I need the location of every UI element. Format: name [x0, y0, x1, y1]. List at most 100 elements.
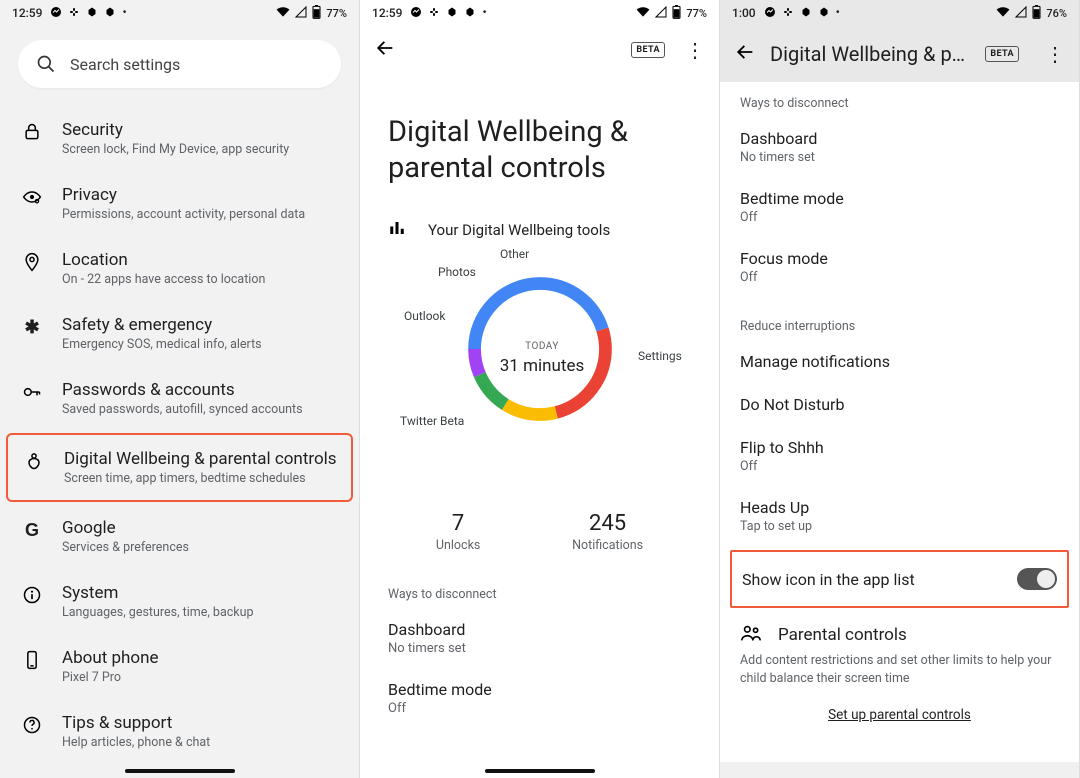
metric-label: Notifications — [572, 538, 643, 553]
nav-handle-icon[interactable] — [125, 769, 235, 773]
usage-donut-chart[interactable]: TODAY 31 minutes Settings Twitter Beta O… — [360, 249, 720, 489]
help-icon — [20, 713, 44, 737]
toggle-switch[interactable] — [1017, 568, 1057, 590]
wellbeing-main-screen: 12:59 • 77% BETA ⋮ Digital Wellbeing & p… — [360, 0, 720, 778]
row-title: Focus mode — [740, 249, 1059, 268]
settings-item-wellbeing[interactable]: Digital Wellbeing & parental controls Sc… — [6, 433, 353, 502]
settings-item-title: Safety & emergency — [62, 315, 262, 335]
row-heads-up[interactable]: Heads Up Tap to set up — [720, 486, 1079, 546]
metric-label: Unlocks — [436, 538, 481, 553]
row-title: Dashboard — [388, 620, 691, 639]
settings-item-title: About phone — [62, 648, 159, 668]
row-sub: Off — [740, 459, 1059, 474]
section-header-reduce: Reduce interruptions — [720, 297, 1079, 340]
clock-text: 12:59 — [372, 6, 402, 20]
google-icon: G — [20, 518, 44, 542]
donut-label-today: TODAY — [488, 341, 596, 352]
battery-percent: 77% — [326, 7, 347, 20]
medical-icon: ✱ — [20, 315, 44, 339]
app-bar: Digital Wellbeing & pare... BETA ⋮ — [720, 26, 1079, 82]
search-placeholder: Search settings — [70, 55, 180, 74]
settings-item-google[interactable]: G Google Services & preferences — [6, 504, 353, 569]
beta-badge: BETA — [985, 46, 1019, 62]
back-icon[interactable] — [734, 41, 756, 67]
notification-icon — [446, 6, 458, 20]
chart-label-photos: Photos — [438, 265, 476, 279]
row-sub: Tap to set up — [740, 519, 1059, 534]
wifi-icon — [636, 6, 650, 20]
metric-unlocks[interactable]: 7 Unlocks — [436, 511, 481, 553]
status-bar-right-icons: 77% — [276, 5, 347, 21]
battery-percent: 77% — [686, 7, 707, 20]
battery-icon — [1032, 5, 1041, 21]
app-bar: BETA ⋮ — [360, 26, 719, 74]
row-focus[interactable]: Focus mode Off — [720, 237, 1079, 297]
key-icon — [20, 380, 44, 404]
row-manage-notifications[interactable]: Manage notifications — [720, 340, 1079, 383]
row-bedtime[interactable]: Bedtime mode Off — [360, 668, 719, 728]
settings-item-sub: Emergency SOS, medical info, alerts — [62, 337, 262, 352]
appbar-title: Digital Wellbeing & pare... — [770, 42, 971, 66]
donut-value: 31 minutes — [488, 356, 596, 376]
settings-item-title: Passwords & accounts — [62, 380, 303, 400]
more-icon[interactable]: ⋮ — [1045, 42, 1065, 66]
chart-label-other: Other — [500, 247, 529, 261]
row-parental-controls-header[interactable]: Parental controls — [720, 612, 1079, 652]
settings-item-title: Tips & support — [62, 713, 210, 733]
row-bedtime[interactable]: Bedtime mode Off — [720, 177, 1079, 237]
settings-item-tips[interactable]: Tips & support Help articles, phone & ch… — [6, 699, 353, 764]
info-icon — [20, 583, 44, 607]
notification-icon-2 — [104, 6, 116, 20]
location-icon — [20, 250, 44, 274]
row-title: Bedtime mode — [740, 189, 1059, 208]
parental-controls-link[interactable]: Set up parental controls — [720, 699, 1079, 731]
row-title: Show icon in the app list — [742, 570, 915, 589]
row-dnd[interactable]: Do Not Disturb — [720, 383, 1079, 426]
beta-badge: BETA — [631, 42, 665, 58]
settings-item-sub: Languages, gestures, time, backup — [62, 605, 254, 620]
status-bar-right-icons: 76% — [996, 5, 1067, 21]
row-dashboard[interactable]: Dashboard No timers set — [360, 608, 719, 668]
more-icon[interactable]: ⋮ — [685, 38, 705, 62]
settings-item-safety[interactable]: ✱ Safety & emergency Emergency SOS, medi… — [6, 301, 353, 366]
clock-text: 12:59 — [12, 6, 42, 20]
status-bar: 1:00 • 76% — [720, 0, 1079, 26]
chart-label-twitter: Twitter Beta — [400, 414, 464, 428]
parental-controls-sub: Add content restrictions and set other l… — [720, 652, 1079, 699]
messenger-icon — [50, 6, 62, 20]
row-title: Manage notifications — [740, 352, 1059, 371]
settings-item-sub: Permissions, account activity, personal … — [62, 207, 305, 222]
back-icon[interactable] — [374, 37, 396, 63]
signal-icon — [1015, 6, 1027, 20]
eye-icon — [20, 185, 44, 209]
section-header-ways: Ways to disconnect — [360, 569, 719, 608]
status-bar-left-icons: • — [50, 6, 126, 20]
bars-icon — [388, 219, 406, 241]
settings-item-about[interactable]: About phone Pixel 7 Pro — [6, 634, 353, 699]
row-dashboard[interactable]: Dashboard No timers set — [720, 117, 1079, 177]
settings-item-privacy[interactable]: Privacy Permissions, account activity, p… — [6, 171, 353, 236]
family-icon — [740, 622, 762, 648]
settings-item-title: Google — [62, 518, 189, 538]
wifi-icon — [996, 6, 1010, 20]
search-settings-bar[interactable]: Search settings — [18, 40, 341, 88]
row-show-icon-in-app-list[interactable]: Show icon in the app list — [730, 550, 1069, 608]
battery-icon — [312, 5, 321, 21]
settings-item-location[interactable]: Location On - 22 apps have access to loc… — [6, 236, 353, 301]
settings-item-passwords[interactable]: Passwords & accounts Saved passwords, au… — [6, 366, 353, 431]
metric-notifications[interactable]: 245 Notifications — [572, 511, 643, 553]
tools-heading: Your Digital Wellbeing tools — [428, 221, 610, 239]
settings-item-title: Security — [62, 120, 289, 140]
settings-item-title: Digital Wellbeing & parental controls — [64, 449, 337, 469]
settings-item-title: Location — [62, 250, 265, 270]
settings-item-title: Privacy — [62, 185, 305, 205]
settings-item-system[interactable]: System Languages, gestures, time, backup — [6, 569, 353, 634]
settings-item-security[interactable]: Security Screen lock, Find My Device, ap… — [6, 106, 353, 171]
row-flip-to-shhh[interactable]: Flip to Shhh Off — [720, 426, 1079, 486]
signal-icon — [295, 6, 307, 20]
slack-icon — [68, 6, 80, 20]
nav-handle-icon[interactable] — [485, 769, 595, 773]
signal-icon — [655, 6, 667, 20]
row-sub: No timers set — [388, 641, 691, 656]
battery-percent: 76% — [1046, 7, 1067, 20]
